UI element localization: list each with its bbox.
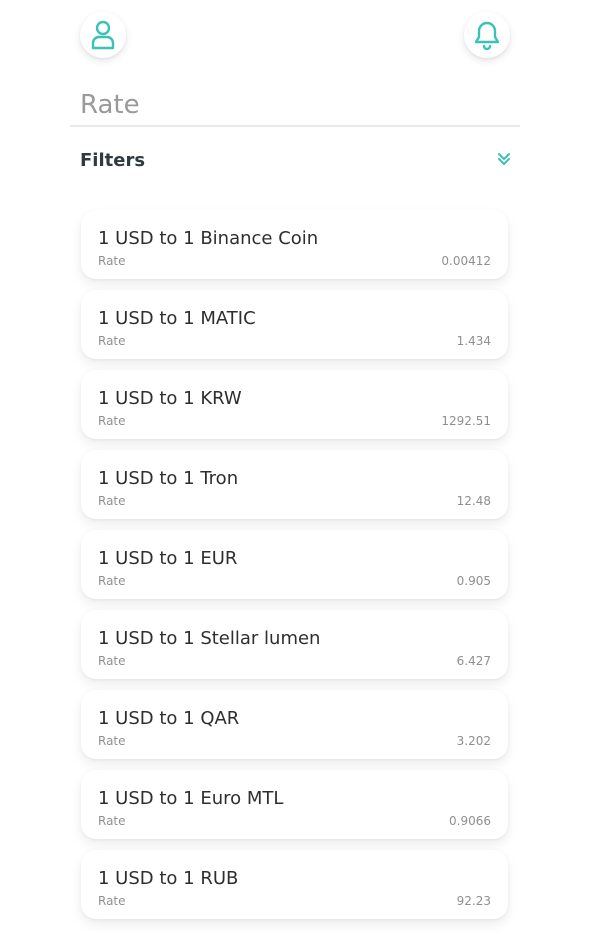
rate-value: 12.48: [456, 494, 491, 508]
user-icon: [91, 20, 115, 50]
rate-card[interactable]: 1 USD to 1 MATIC Rate 1.434: [81, 290, 508, 359]
search-bar: [70, 86, 520, 127]
rate-value: 92.23: [456, 894, 491, 908]
rate-label: Rate: [98, 254, 126, 268]
rate-card[interactable]: 1 USD to 1 KRW Rate 1292.51: [81, 370, 508, 439]
rate-value: 0.00412: [441, 254, 491, 268]
rate-label: Rate: [98, 894, 126, 908]
notifications-button[interactable]: [464, 12, 510, 58]
rate-value: 1292.51: [441, 414, 491, 428]
rate-card[interactable]: 1 USD to 1 Euro MTL Rate 0.9066: [81, 770, 508, 839]
profile-button[interactable]: [80, 12, 126, 58]
rate-value: 3.202: [456, 734, 491, 748]
rate-title: 1 USD to 1 RUB: [98, 868, 239, 889]
rate-card[interactable]: 1 USD to 1 Binance Coin Rate 0.00412: [81, 210, 508, 279]
rate-title: 1 USD to 1 KRW: [98, 388, 242, 409]
rate-title: 1 USD to 1 QAR: [98, 708, 240, 729]
rate-card[interactable]: 1 USD to 1 QAR Rate 3.202: [81, 690, 508, 759]
rate-title: 1 USD to 1 Stellar lumen: [98, 628, 321, 649]
rate-value: 0.9066: [449, 814, 491, 828]
rate-card[interactable]: 1 USD to 1 Tron Rate 12.48: [81, 450, 508, 519]
rate-label: Rate: [98, 334, 126, 348]
rate-value: 1.434: [456, 334, 491, 348]
rate-label: Rate: [98, 574, 126, 588]
rate-title: 1 USD to 1 Binance Coin: [98, 228, 319, 249]
rate-title: 1 USD to 1 Tron: [98, 468, 239, 489]
rate-label: Rate: [98, 654, 126, 668]
rate-label: Rate: [98, 494, 126, 508]
filters-header[interactable]: Filters: [80, 146, 514, 176]
rate-card[interactable]: 1 USD to 1 RUB Rate 92.23: [81, 850, 508, 919]
rate-value: 6.427: [456, 654, 491, 668]
rate-value: 0.905: [456, 574, 491, 588]
rate-card[interactable]: 1 USD to 1 EUR Rate 0.905: [81, 530, 508, 599]
rate-label: Rate: [98, 814, 126, 828]
rate-title: 1 USD to 1 Euro MTL: [98, 788, 284, 809]
rate-list: 1 USD to 1 Binance Coin Rate 0.00412 1 U…: [81, 210, 508, 930]
double-chevron-down-icon: [498, 153, 510, 165]
rates-screen: Filters 1 USD to 1 Binance Coin Rate 0.0…: [0, 0, 597, 934]
rate-title: 1 USD to 1 MATIC: [98, 308, 256, 329]
search-input[interactable]: [70, 86, 520, 124]
rate-card[interactable]: 1 USD to 1 Stellar lumen Rate 6.427: [81, 610, 508, 679]
filters-label: Filters: [80, 150, 146, 171]
bell-icon: [474, 21, 500, 50]
rate-title: 1 USD to 1 EUR: [98, 548, 238, 569]
filters-toggle-button[interactable]: [494, 148, 514, 170]
rate-label: Rate: [98, 414, 126, 428]
rate-label: Rate: [98, 734, 126, 748]
